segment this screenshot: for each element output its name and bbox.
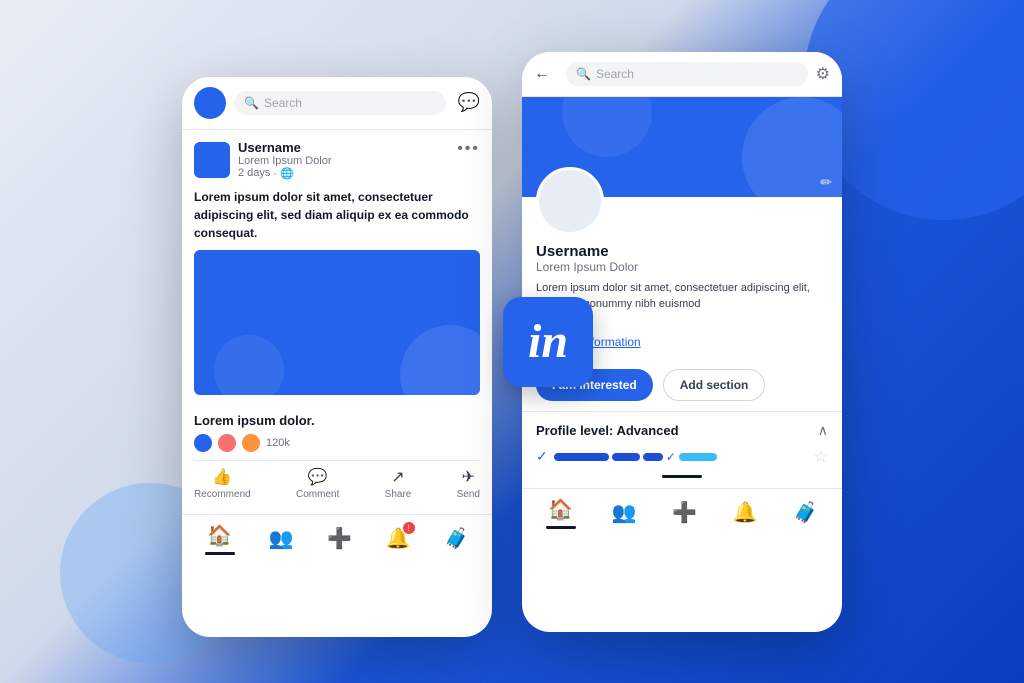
jobs-icon-left: 🧳 bbox=[444, 526, 469, 551]
right-bottom-nav: 🏠 👥 ➕ 🔔 🧳 bbox=[522, 488, 842, 533]
send-label: Send bbox=[457, 489, 480, 500]
gear-icon-right[interactable]: ⚙ bbox=[816, 64, 830, 84]
back-arrow-button[interactable]: ← bbox=[534, 65, 550, 83]
post-username: Username bbox=[238, 140, 332, 155]
jobs-icon-right: 🧳 bbox=[793, 500, 818, 525]
search-bar-right[interactable]: 🔍 Search bbox=[566, 62, 808, 86]
profile-avatar-circle bbox=[536, 167, 604, 235]
message-icon[interactable]: 💬 bbox=[458, 92, 480, 113]
post-image-blob1 bbox=[400, 325, 480, 395]
notification-badge: ! bbox=[403, 522, 415, 534]
search-bar-left[interactable]: 🔍 Search bbox=[234, 91, 446, 115]
post-image-area bbox=[194, 250, 480, 395]
home-active-indicator-right bbox=[546, 526, 576, 529]
send-icon: ✈ bbox=[462, 467, 475, 487]
recommend-icon: 👍 bbox=[212, 467, 232, 487]
left-bottom-nav: 🏠 👥 ➕ 🔔 ! 🧳 bbox=[182, 514, 492, 559]
post-subtitle: Lorem Ipsum Dolor bbox=[238, 155, 332, 167]
nav-item-network-right[interactable]: 👥 bbox=[612, 500, 637, 525]
reaction-count: 120k bbox=[266, 437, 290, 449]
nav-item-post-right[interactable]: ➕ bbox=[672, 500, 697, 525]
star-icon: ☆ bbox=[814, 447, 828, 467]
home-active-indicator bbox=[205, 552, 235, 555]
nav-item-network-left[interactable]: 👥 bbox=[269, 526, 294, 551]
recommend-button[interactable]: 👍 Recommend bbox=[194, 467, 251, 500]
progress-seg-4 bbox=[679, 453, 717, 461]
nav-item-home-right[interactable]: 🏠 bbox=[546, 497, 576, 529]
right-phone-header: ← 🔍 Search ⚙ bbox=[522, 52, 842, 97]
progress-container: ✓ ✓ ☆ bbox=[536, 447, 828, 467]
reaction-dot-orange bbox=[242, 434, 260, 452]
post-card: Username Lorem Ipsum Dolor 2 days · 🌐 ••… bbox=[182, 130, 492, 405]
post-icon-right: ➕ bbox=[672, 500, 697, 525]
notifications-icon-right: 🔔 bbox=[733, 500, 758, 525]
post-bottom: Lorem ipsum dolor. 120k 👍 Recommend 💬 Co… bbox=[182, 405, 492, 514]
post-body-text: Lorem ipsum dolor sit amet, consectetuer… bbox=[194, 188, 480, 242]
check-icon-mid: ✓ bbox=[666, 450, 676, 464]
nav-item-jobs-left[interactable]: 🧳 bbox=[444, 526, 469, 551]
nav-item-home-left[interactable]: 🏠 bbox=[205, 523, 235, 555]
check-icon-start: ✓ bbox=[536, 448, 548, 465]
main-content: 🔍 Search 💬 Username Lorem Ipsum Dolor 2 … bbox=[0, 0, 1024, 683]
nav-item-notifications-left[interactable]: 🔔 ! bbox=[386, 526, 411, 551]
network-icon-left: 👥 bbox=[269, 526, 294, 551]
progress-seg-2 bbox=[612, 453, 640, 461]
search-icon-left: 🔍 bbox=[244, 96, 259, 110]
home-icon-right: 🏠 bbox=[548, 497, 573, 522]
post-user-info: Username Lorem Ipsum Dolor 2 days · 🌐 bbox=[194, 140, 332, 180]
profile-level-title: Profile level: Advanced bbox=[536, 423, 679, 438]
user-avatar-circle bbox=[194, 87, 226, 119]
comment-button[interactable]: 💬 Comment bbox=[296, 467, 339, 500]
linkedin-logo-overlay: in bbox=[503, 297, 593, 387]
send-button[interactable]: ✈ Send bbox=[457, 467, 480, 500]
reaction-dot-red bbox=[218, 434, 236, 452]
network-icon-right: 👥 bbox=[612, 500, 637, 525]
post-time: 2 days · 🌐 bbox=[238, 167, 332, 180]
left-phone-mockup: 🔍 Search 💬 Username Lorem Ipsum Dolor 2 … bbox=[182, 77, 492, 637]
post-options-dots[interactable]: ••• bbox=[457, 140, 480, 158]
profile-avatar-container bbox=[536, 167, 842, 235]
progress-bar: ✓ bbox=[554, 450, 808, 464]
share-button[interactable]: ↗ Share bbox=[385, 467, 412, 500]
linkedin-in-text: in bbox=[528, 318, 568, 366]
post-image-blob2 bbox=[214, 335, 284, 395]
nav-item-post-left[interactable]: ➕ bbox=[327, 526, 352, 551]
share-label: Share bbox=[385, 489, 412, 500]
share-icon: ↗ bbox=[391, 467, 404, 487]
reaction-row: 120k bbox=[194, 434, 480, 452]
comment-label: Comment bbox=[296, 489, 339, 500]
post-user-details: Username Lorem Ipsum Dolor 2 days · 🌐 bbox=[238, 140, 332, 180]
profile-role: Lorem Ipsum Dolor bbox=[536, 260, 828, 274]
post-icon-left: ➕ bbox=[327, 526, 352, 551]
reaction-dot-blue bbox=[194, 434, 212, 452]
post-avatar bbox=[194, 142, 230, 178]
banner-blob-2 bbox=[562, 97, 652, 157]
post-header: Username Lorem Ipsum Dolor 2 days · 🌐 ••… bbox=[194, 140, 480, 180]
recommend-label: Recommend bbox=[194, 489, 251, 500]
progress-seg-1 bbox=[554, 453, 609, 461]
search-icon-right: 🔍 bbox=[576, 67, 591, 81]
profile-level-header: Profile level: Advanced ∧ bbox=[536, 422, 828, 439]
search-placeholder-right: Search bbox=[596, 67, 634, 81]
chevron-up-icon[interactable]: ∧ bbox=[818, 422, 828, 439]
add-section-button[interactable]: Add section bbox=[663, 369, 766, 401]
profile-name: Username bbox=[536, 243, 828, 260]
action-row: 👍 Recommend 💬 Comment ↗ Share ✈ Send bbox=[194, 460, 480, 500]
left-phone-header: 🔍 Search 💬 bbox=[182, 77, 492, 130]
progress-seg-3 bbox=[643, 453, 663, 461]
comment-icon: 💬 bbox=[308, 467, 328, 487]
nav-item-notifications-right[interactable]: 🔔 bbox=[733, 500, 758, 525]
search-placeholder-left: Search bbox=[264, 96, 302, 110]
post-caption: Lorem ipsum dolor. bbox=[194, 413, 480, 428]
bottom-divider bbox=[662, 475, 702, 478]
nav-item-jobs-right[interactable]: 🧳 bbox=[793, 500, 818, 525]
profile-level-section: Profile level: Advanced ∧ ✓ ✓ ☆ bbox=[522, 411, 842, 488]
home-icon-left: 🏠 bbox=[207, 523, 232, 548]
